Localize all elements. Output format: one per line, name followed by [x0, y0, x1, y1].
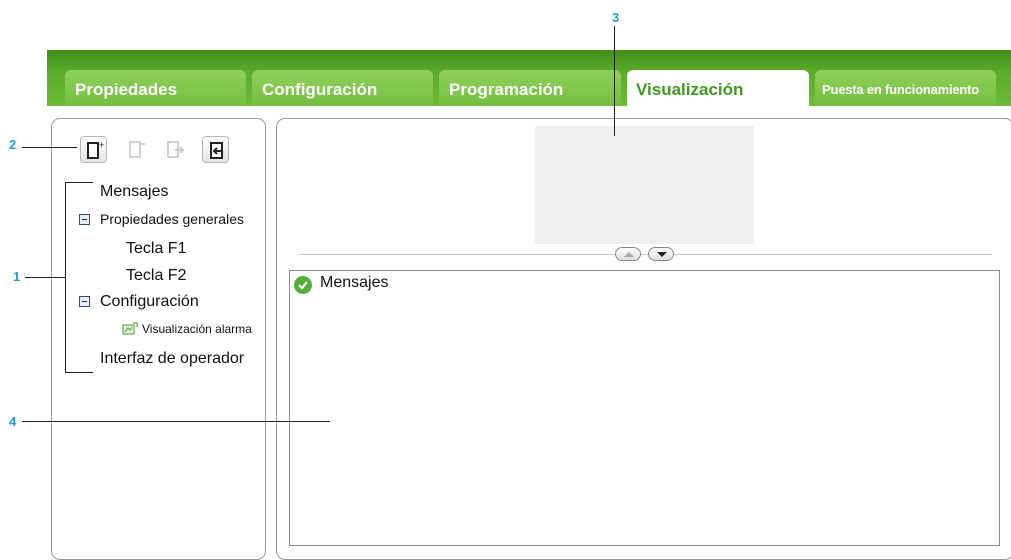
splitter-divider	[298, 254, 992, 255]
triangle-up-icon	[624, 252, 634, 257]
tab-programacion[interactable]: Programación	[439, 70, 621, 106]
callout-2-line	[22, 147, 77, 148]
callout-3-line	[614, 26, 615, 136]
alarm-display-icon	[122, 322, 138, 335]
check-icon	[294, 276, 312, 294]
export-screen-button[interactable]	[162, 136, 189, 163]
callout-1-bracket	[65, 182, 66, 373]
import-screen-button[interactable]	[202, 136, 229, 163]
splitter-down-button[interactable]	[648, 247, 674, 261]
callout-2-number: 2	[9, 137, 17, 152]
tab-visualizacion[interactable]: Visualización	[627, 70, 809, 106]
tree-item-interfaz-de-operador[interactable]: Interfaz de operador	[100, 350, 244, 368]
add-screen-icon: +	[87, 140, 104, 159]
tree-item-tecla-f2[interactable]: Tecla F2	[126, 267, 186, 285]
messages-editor[interactable]	[289, 270, 1000, 546]
callout-1-line	[25, 277, 66, 278]
tree-item-propiedades-generales[interactable]: Propiedades generales	[100, 211, 244, 227]
export-screen-icon	[167, 141, 185, 158]
remove-screen-icon	[129, 141, 145, 158]
callout-1-number: 1	[13, 269, 21, 284]
remove-screen-button[interactable]	[123, 136, 150, 163]
tab-propiedades[interactable]: Propiedades	[65, 70, 246, 106]
triangle-down-icon	[657, 252, 667, 257]
callout-1-bracket-bottom	[65, 372, 93, 373]
collapse-icon[interactable]	[79, 214, 90, 225]
tree-item-visualizacion-alarma[interactable]: Visualización alarma	[142, 322, 252, 336]
tree-item-tecla-f1[interactable]: Tecla F1	[126, 240, 186, 258]
callout-4-line	[22, 421, 330, 422]
import-screen-icon	[210, 142, 223, 159]
add-screen-button[interactable]: +	[80, 136, 107, 163]
messages-title: Mensajes	[320, 274, 389, 291]
tree-item-configuracion[interactable]: Configuración	[100, 293, 199, 311]
collapse-icon[interactable]	[79, 296, 90, 307]
callout-4-number: 4	[9, 414, 17, 429]
tab-puesta-en-funcionamiento[interactable]: Puesta en funcionamiento	[815, 70, 996, 106]
svg-text:+: +	[99, 140, 104, 150]
tab-configuracion[interactable]: Configuración	[252, 70, 433, 106]
callout-3-number: 3	[612, 10, 620, 25]
splitter-up-button[interactable]	[615, 247, 641, 261]
tree-item-mensajes[interactable]: Mensajes	[100, 183, 168, 201]
callout-1-bracket-top	[65, 182, 93, 183]
preview-area	[535, 126, 754, 244]
